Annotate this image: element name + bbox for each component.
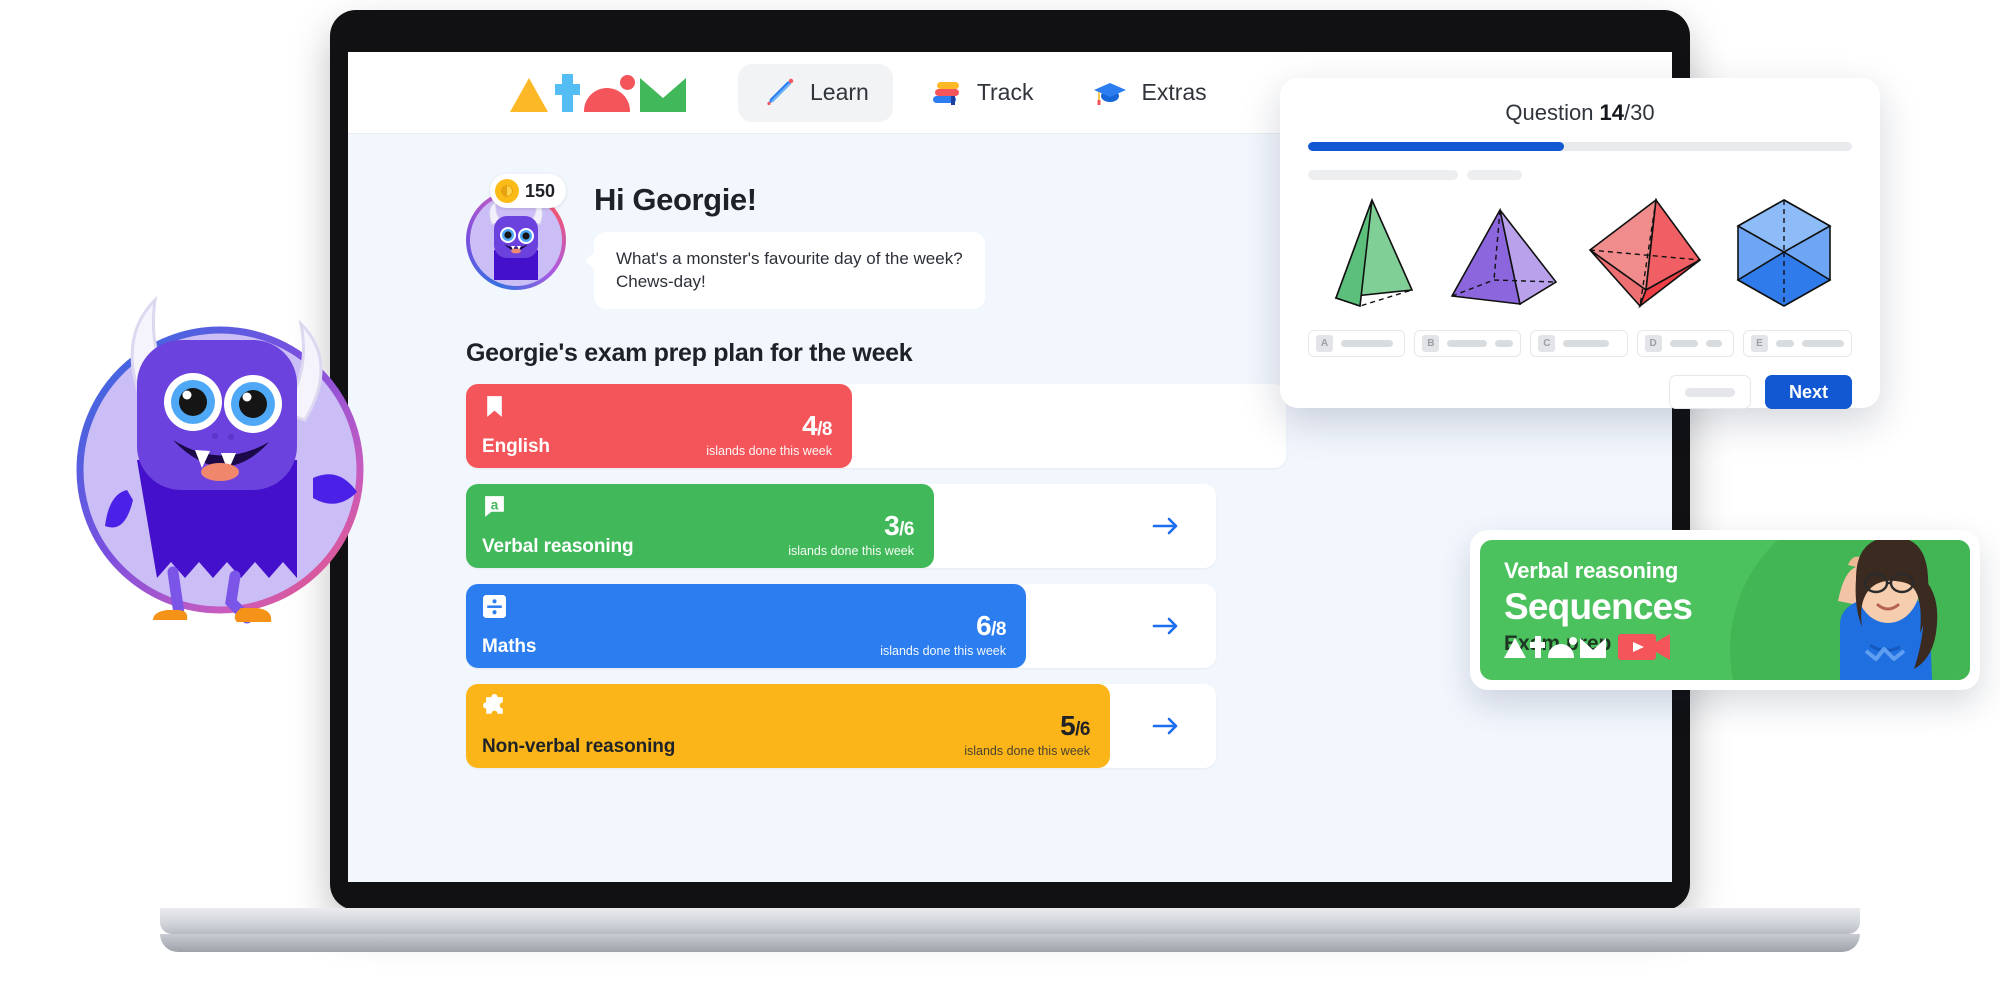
laptop-base	[160, 908, 1860, 934]
question-label: Question	[1505, 100, 1600, 125]
option-letter: D	[1644, 335, 1662, 352]
subject-progress: 5/6 islands done this week	[964, 709, 1090, 758]
table-row[interactable]: English 4/8 islands done this week	[466, 383, 1286, 468]
table-row[interactable]: a Verbal reasoning 3/6 islands done this…	[466, 483, 1216, 568]
coin-count: 150	[525, 180, 556, 201]
subject-bar-nonverbal[interactable]: Non-verbal reasoning 5/6 islands done th…	[466, 683, 1110, 768]
question-progress-bar	[1308, 142, 1852, 151]
triangular-pyramid-shape	[1334, 197, 1414, 308]
answer-option-c[interactable]: C	[1530, 330, 1628, 357]
video-eyebrow: Verbal reasoning	[1504, 558, 1679, 583]
joke-line-1: What's a monster's favourite day of the …	[616, 249, 963, 268]
video-title: Sequences	[1504, 586, 1693, 627]
question-current: 14	[1599, 100, 1625, 125]
question-progress-fill	[1308, 142, 1564, 151]
atom-logo-white-icon	[1504, 636, 1606, 658]
answer-options: A B C D E	[1308, 330, 1852, 357]
speech-bubble-a-icon: a	[485, 495, 504, 517]
greeting-text: Hi Georgie! What's a monster's favourite…	[585, 168, 985, 309]
subject-done: 3	[884, 509, 900, 541]
books-stack-icon	[932, 81, 959, 105]
question-total: /30	[1624, 100, 1655, 125]
back-button[interactable]	[1668, 375, 1751, 409]
subject-bar-verbal[interactable]: a Verbal reasoning 3/6 islands done this…	[466, 483, 934, 568]
next-button[interactable]: Next	[1764, 375, 1852, 409]
question-actions: Next	[1308, 375, 1852, 409]
video-card-inner: Verbal reasoning Sequences Exam prep	[1480, 540, 1970, 680]
nav-label-extras: Extras	[1141, 79, 1207, 105]
subject-bar-english[interactable]: English 4/8 islands done this week	[466, 383, 852, 468]
answer-option-b[interactable]: B	[1414, 330, 1522, 357]
skeleton-line	[1308, 170, 1458, 180]
graduation-cap-icon	[1094, 82, 1127, 105]
table-row[interactable]: Maths 6/8 islands done this week	[466, 583, 1216, 668]
shape-options	[1308, 194, 1852, 314]
coin-badge: 150	[490, 174, 567, 208]
subject-done: 6	[976, 609, 992, 641]
puzzle-piece-icon	[483, 693, 503, 714]
svg-text:a: a	[491, 498, 499, 513]
video-lesson-card[interactable]: Verbal reasoning Sequences Exam prep	[1470, 530, 1980, 690]
subject-progress: 6/8 islands done this week	[880, 609, 1006, 658]
nav-label-learn: Learn	[810, 79, 869, 105]
question-text-skeleton	[1308, 170, 1852, 180]
logo-dot-shape	[620, 74, 635, 90]
arrow-right-icon[interactable]	[1152, 616, 1180, 636]
subject-total: /8	[817, 418, 832, 440]
subject-bar-maths[interactable]: Maths 6/8 islands done this week	[466, 583, 1026, 668]
avatar[interactable]: 150	[466, 174, 567, 290]
subject-total: /8	[991, 618, 1006, 640]
joke-bubble: What's a monster's favourite day of the …	[585, 232, 985, 309]
subject-subtext: islands done this week	[880, 643, 1006, 658]
logo-m-shape	[640, 77, 686, 112]
subject-progress: 4/8 islands done this week	[706, 409, 832, 458]
subject-subtext: islands done this week	[706, 443, 832, 458]
option-letter: C	[1538, 335, 1556, 352]
page-title: Hi Georgie!	[594, 182, 757, 217]
answer-option-a[interactable]: A	[1308, 330, 1406, 357]
skeleton-line	[1467, 170, 1522, 180]
subject-total: /6	[1075, 718, 1090, 740]
square-pyramid-shape	[1451, 207, 1558, 306]
pencil-icon	[767, 78, 794, 105]
screenshot-stage: Learn Track Extras 150 Hi Georgie! What'…	[0, 0, 2000, 986]
division-icon	[483, 594, 506, 618]
option-letter: A	[1316, 335, 1333, 352]
nav-item-learn[interactable]: Learn	[738, 63, 893, 122]
logo-triangle-shape	[510, 77, 548, 112]
option-letter: B	[1422, 335, 1440, 352]
octahedron-shape	[1588, 197, 1701, 309]
atom-logo-icon[interactable]	[510, 73, 686, 112]
subject-subtext: islands done this week	[964, 743, 1090, 758]
nav-item-track[interactable]: Track	[905, 64, 1058, 122]
question-panel: Question 14/30 A B C D E Next	[1280, 78, 1880, 409]
option-letter: E	[1750, 335, 1768, 352]
answer-option-e[interactable]: E	[1742, 330, 1852, 357]
joke-line-2: Chews-day!	[616, 272, 706, 292]
logo-dome-shape	[584, 87, 630, 112]
arrow-right-icon[interactable]	[1152, 516, 1180, 536]
video-camera-icon	[1618, 630, 1672, 664]
monster-mascot-icon	[76, 295, 364, 624]
subject-subtext: islands done this week	[788, 543, 914, 558]
nav-item-extras[interactable]: Extras	[1069, 64, 1230, 122]
question-counter: Question 14/30	[1308, 100, 1852, 126]
nav-items: Learn Track Extras	[738, 63, 1231, 122]
cube-shape	[1736, 199, 1832, 307]
nav-label-track: Track	[976, 79, 1034, 105]
teacher-photo	[1838, 540, 1938, 680]
video-card-footer	[1504, 630, 1672, 664]
logo-t-shape	[551, 73, 581, 112]
bookmark-icon	[487, 395, 502, 417]
answer-option-d[interactable]: D	[1636, 330, 1734, 357]
coin-icon	[495, 179, 519, 203]
subject-progress: 3/6 islands done this week	[788, 509, 914, 558]
arrow-right-icon[interactable]	[1152, 716, 1180, 736]
laptop-foot	[160, 934, 1860, 952]
subject-total: /6	[899, 518, 914, 540]
subject-done: 4	[802, 409, 818, 441]
table-row[interactable]: Non-verbal reasoning 5/6 islands done th…	[466, 683, 1216, 768]
subject-done: 5	[1060, 709, 1076, 741]
